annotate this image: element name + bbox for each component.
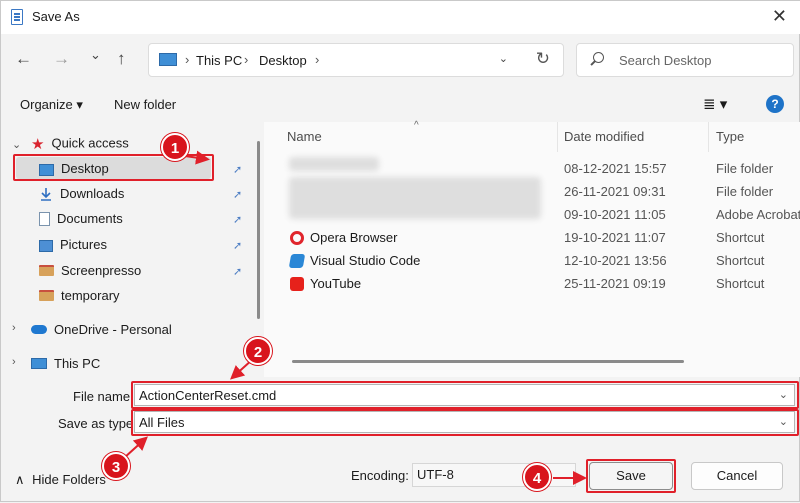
arrow-3 xyxy=(123,436,148,459)
save-as-dialog: Save As ✕ ← → ⌄ ↑ › This PC › Desktop › … xyxy=(0,0,800,502)
annotation-badge-3: 3 xyxy=(102,452,130,480)
annotation-badge-4: 4 xyxy=(523,463,551,491)
annotation-arrows xyxy=(123,150,587,485)
annotation-badge-2: 2 xyxy=(244,337,272,365)
annotation-badge-1: 1 xyxy=(161,133,189,161)
